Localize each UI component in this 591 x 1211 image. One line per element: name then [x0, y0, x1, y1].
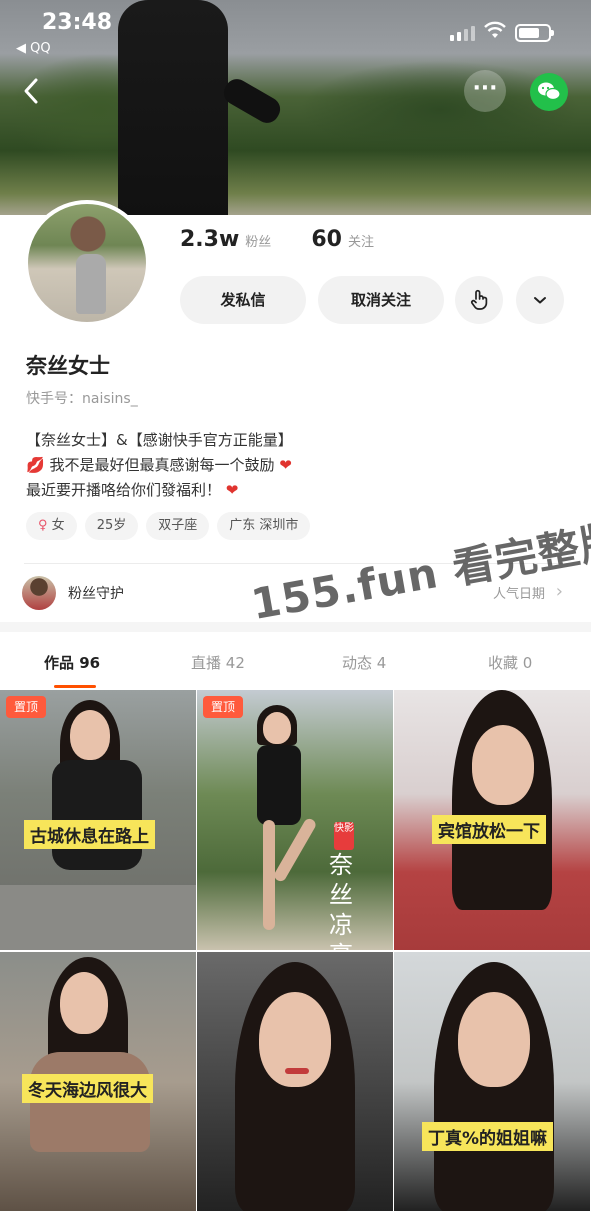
poke-button[interactable] — [455, 276, 503, 324]
kuaiying-badge: 快影 — [334, 822, 354, 850]
followers-count[interactable]: 2.3w — [180, 227, 239, 252]
tab-moments[interactable]: 动态 4 — [342, 652, 386, 673]
video-thumbnail[interactable]: 置顶 古城休息在路上 — [0, 690, 196, 950]
status-bar: 23:48 ◀ QQ — [0, 0, 591, 58]
video-thumbnail[interactable] — [197, 952, 393, 1211]
video-thumbnail[interactable]: 宾馆放松一下 — [394, 690, 590, 950]
thumb-face — [60, 972, 108, 1034]
kuaishou-id[interactable]: 快手号：naisins_ — [26, 388, 138, 408]
tag-zodiac: 双子座 — [146, 512, 210, 540]
tag-gender: ♀ 女 — [26, 512, 77, 540]
tab-favorites[interactable]: 收藏 0 — [488, 652, 532, 673]
chevron-left-icon — [24, 78, 38, 104]
pinned-badge: 置顶 — [6, 696, 47, 718]
video-caption: 宾馆放松一下 — [432, 815, 546, 844]
tab-favorites-label: 收藏 — [488, 654, 519, 672]
video-caption: 丁真%的姐姐嘛 — [422, 1122, 554, 1151]
thumb-face — [458, 992, 530, 1087]
works-grid: 置顶 古城休息在路上 置顶 快影 奈丝凉亭 宾馆放松一下 冬天海边风很大 丁真%… — [0, 690, 591, 1211]
wechat-icon — [538, 82, 561, 101]
following-label[interactable]: 关注 — [348, 231, 374, 250]
followers-label[interactable]: 粉丝 — [245, 231, 271, 250]
thumb-body — [257, 745, 301, 825]
send-message-button[interactable]: 发私信 — [180, 276, 306, 324]
thumb-face — [70, 710, 110, 760]
female-icon: ♀ — [38, 518, 48, 533]
following-count[interactable]: 60 — [311, 227, 342, 252]
wechat-share-button[interactable] — [530, 73, 568, 111]
hand-tap-icon — [470, 289, 488, 310]
tab-moments-count: 4 — [376, 654, 387, 672]
active-tab-indicator — [54, 685, 96, 688]
tab-live-label: 直播 — [191, 654, 222, 672]
tag-location: 广东 深圳市 — [217, 512, 311, 540]
chevron-right-icon: › — [555, 581, 563, 602]
battery-icon — [515, 24, 554, 42]
tab-live[interactable]: 直播 42 — [191, 652, 245, 673]
profile-tags: ♀ 女 25岁 双子座 广东 深圳市 — [26, 512, 311, 540]
video-thumbnail[interactable]: 丁真%的姐姐嘛 — [394, 952, 590, 1211]
vertical-caption: 奈丝凉亭 — [329, 851, 353, 950]
video-caption: 古城休息在路上 — [24, 820, 155, 849]
tag-age: 25岁 — [84, 512, 139, 540]
tab-works[interactable]: 作品 96 — [44, 652, 100, 673]
tab-moments-label: 动态 — [342, 654, 373, 672]
video-thumbnail[interactable]: 冬天海边风很大 — [0, 952, 196, 1211]
heart-icon: ❤ — [225, 481, 239, 499]
cellular-signal-icon — [450, 26, 475, 41]
lips-icon: 💋 — [26, 456, 45, 474]
chevron-down-icon — [534, 297, 546, 304]
tag-gender-label: 女 — [51, 518, 65, 533]
status-time: 23:48 — [42, 10, 113, 35]
heart-icon: ❤ — [279, 456, 292, 474]
wifi-icon — [484, 21, 506, 38]
guard-label: 粉丝守护 — [68, 586, 124, 602]
bio-line-3-row: 最近要开播咯给你们發福利！ ❤ — [26, 478, 293, 503]
back-to-app-link[interactable]: ◀ QQ — [16, 41, 51, 56]
profile-avatar[interactable] — [24, 200, 150, 326]
thumb-face — [263, 712, 291, 744]
pinned-badge: 置顶 — [203, 696, 244, 718]
thumb-leg — [272, 816, 318, 884]
thumb-body — [52, 760, 142, 870]
tab-favorites-count: 0 — [522, 654, 533, 672]
profile-name: 奈丝女士 — [26, 354, 110, 378]
tab-works-count: 96 — [79, 654, 101, 672]
video-thumbnail[interactable]: 置顶 快影 奈丝凉亭 — [197, 690, 393, 950]
thumb-lips — [285, 1068, 309, 1074]
cover-figure-arm — [219, 74, 285, 128]
tab-works-label: 作品 — [44, 654, 75, 672]
unfollow-button[interactable]: 取消关注 — [318, 276, 444, 324]
bio-line-3: 最近要开播咯给你们發福利！ — [26, 481, 222, 499]
bio-line-2: 我不是最好但最真感谢每一个鼓励 — [49, 456, 275, 474]
thumb-ground — [0, 885, 196, 950]
guard-avatar — [22, 576, 56, 610]
bio-line-1: 【奈丝女士】&【感谢快手官方正能量】 — [26, 431, 293, 449]
thumb-face — [472, 725, 534, 805]
profile-stats: 2.3w 粉丝 60 关注 — [180, 227, 414, 252]
video-caption: 冬天海边风很大 — [22, 1074, 153, 1103]
content-tabs: 作品 96 直播 42 动态 4 收藏 0 — [0, 640, 591, 688]
expand-button[interactable] — [516, 276, 564, 324]
tab-live-count: 42 — [225, 654, 245, 672]
more-options-button[interactable]: ··· — [464, 70, 506, 112]
profile-bio: 【奈丝女士】&【感谢快手官方正能量】 💋 我不是最好但最真感谢每一个鼓励 ❤ 最… — [26, 428, 293, 503]
back-button[interactable] — [18, 76, 50, 108]
bio-line-2-row: 💋 我不是最好但最真感谢每一个鼓励 ❤ — [26, 453, 293, 478]
